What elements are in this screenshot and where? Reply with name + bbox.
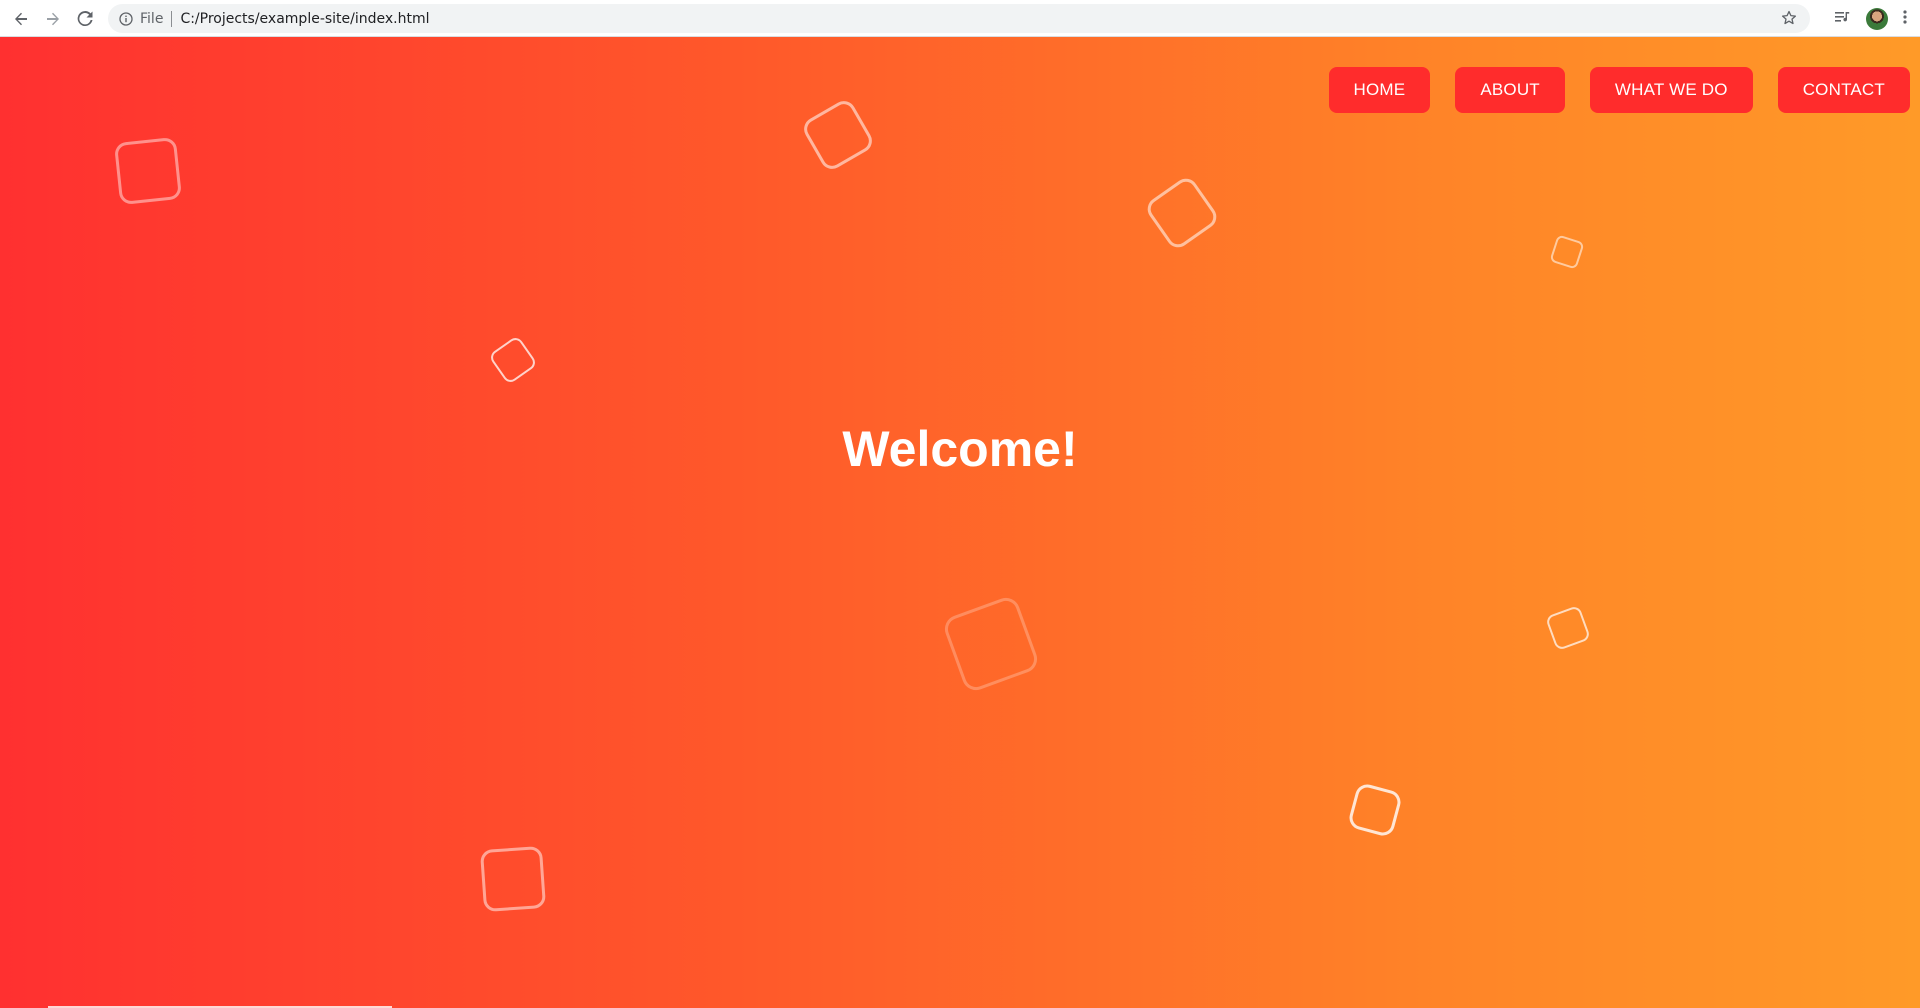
more-menu-icon[interactable]: [1902, 9, 1908, 30]
browser-toolbar: File C:/Projects/example-site/index.html: [0, 0, 1920, 37]
back-arrow-icon[interactable]: [10, 8, 32, 30]
decorative-square: [799, 96, 877, 174]
decorative-square: [941, 594, 1041, 694]
nav-what-we-do-button[interactable]: WHAT WE DO: [1589, 67, 1753, 113]
nav-home-button[interactable]: HOME: [1328, 67, 1431, 113]
decorative-square: [1549, 234, 1585, 270]
star-icon[interactable]: [1780, 9, 1798, 27]
forward-arrow-icon[interactable]: [42, 8, 64, 30]
reading-list-icon[interactable]: [1834, 9, 1852, 30]
decorative-square: [479, 845, 547, 913]
address-bar[interactable]: File C:/Projects/example-site/index.html: [108, 4, 1810, 33]
nav-about-button[interactable]: ABOUT: [1455, 67, 1565, 113]
main-nav: HOME ABOUT WHAT WE DO CONTACT: [1328, 67, 1910, 113]
decorative-square: [1544, 604, 1592, 652]
browser-right-tools: [1834, 8, 1908, 30]
decorative-square: [1143, 174, 1221, 252]
url-separator: [171, 10, 173, 27]
url-scheme-label: File: [140, 10, 164, 27]
decorative-square: [1346, 781, 1404, 839]
hero-section: HOME ABOUT WHAT WE DO CONTACT Welcome!: [0, 37, 1920, 1008]
decorative-square: [113, 136, 183, 206]
url-text[interactable]: C:/Projects/example-site/index.html: [180, 11, 429, 27]
decorative-square: [487, 334, 539, 386]
nav-contact-button[interactable]: CONTACT: [1777, 67, 1910, 113]
avatar[interactable]: [1866, 8, 1888, 30]
welcome-heading: Welcome!: [842, 421, 1078, 477]
reload-icon[interactable]: [74, 8, 96, 30]
info-icon[interactable]: [118, 11, 134, 27]
